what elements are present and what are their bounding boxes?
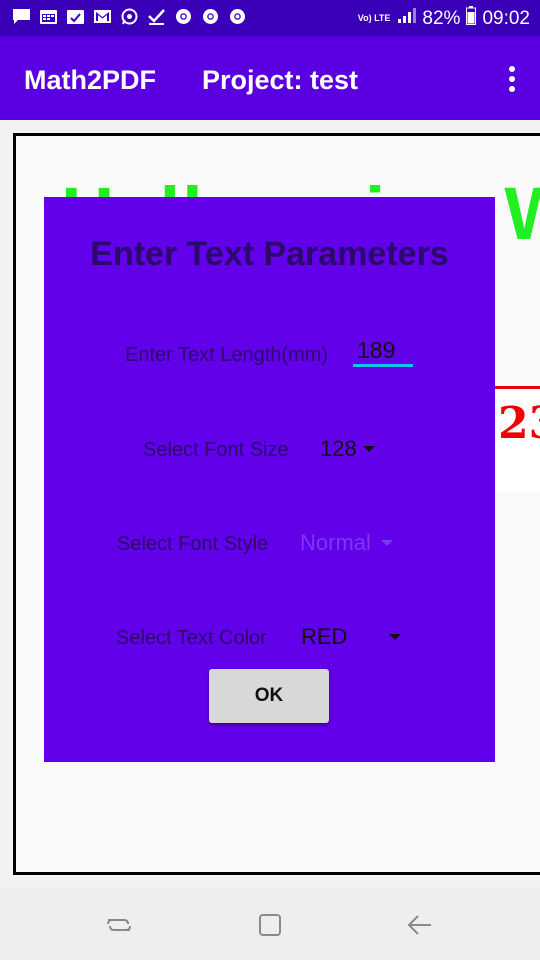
message-icon	[12, 8, 31, 25]
chrome-icon	[174, 8, 193, 25]
status-indicators: Vo) LTE 82% 09:02	[358, 6, 530, 31]
chrome-icon	[201, 8, 220, 25]
clock: 09:02	[482, 7, 530, 29]
dropdown-arrow-icon	[362, 446, 375, 452]
battery-percent: 82%	[422, 7, 461, 29]
app-bar: Math2PDF Project: test	[0, 36, 540, 120]
back-icon[interactable]	[405, 910, 435, 940]
battery-icon	[466, 6, 477, 31]
overflow-menu-icon[interactable]	[506, 66, 518, 92]
calendar-check-icon	[66, 8, 85, 25]
home-icon[interactable]	[255, 910, 285, 940]
font-size-value: 128	[320, 436, 357, 461]
whatsapp-icon	[120, 8, 139, 25]
formula-text: 23	[498, 398, 540, 449]
recent-apps-icon[interactable]	[104, 910, 134, 940]
volte-indicator: Vo) LTE	[357, 13, 391, 23]
calendar-icon	[39, 8, 58, 25]
dropdown-arrow-icon	[380, 540, 393, 546]
notification-icons	[12, 8, 247, 25]
font-style-value: Normal	[300, 530, 371, 555]
text-color-spinner[interactable]: RED	[301, 622, 401, 652]
navigation-bar	[0, 888, 540, 960]
font-style-spinner[interactable]: Normal	[300, 528, 393, 558]
font-size-spinner[interactable]: 128	[320, 434, 375, 464]
font-style-label: Select Font Style	[117, 533, 269, 555]
chrome-icon	[228, 8, 247, 25]
text-parameters-dialog: Enter Text Parameters Enter Text Length(…	[44, 197, 495, 762]
text-color-value: RED	[301, 624, 348, 649]
text-length-input[interactable]: 189	[353, 337, 413, 367]
font-size-label: Select Font Size	[143, 439, 289, 461]
check-icon	[147, 8, 166, 25]
signal-icon	[396, 7, 417, 30]
gmail-icon	[93, 8, 112, 25]
ok-button[interactable]: OK	[209, 669, 329, 723]
project-title: Project: test	[202, 65, 359, 95]
app-title: Math2PDF	[24, 65, 157, 95]
text-length-label: Enter Text Length(mm)	[125, 344, 329, 366]
dialog-title: Enter Text Parameters	[90, 235, 449, 273]
status-bar: Vo) LTE 82% 09:02	[0, 0, 540, 36]
text-color-label: Select Text Color	[116, 627, 267, 649]
dropdown-arrow-icon	[389, 634, 401, 640]
